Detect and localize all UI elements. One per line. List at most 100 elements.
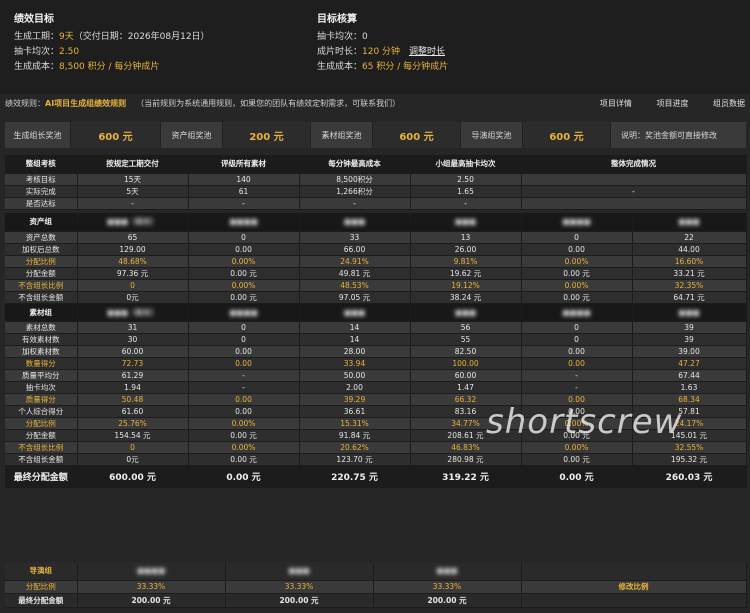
goal-delivery-date: （交付日期：2026年08月12日） — [73, 32, 210, 42]
row-label: 不含组长金额 — [5, 291, 78, 304]
assessment-cell: 61 — [188, 185, 300, 198]
final-cell: 600.00 元 — [77, 465, 189, 488]
director-ratio-cell[interactable]: 33.33% — [77, 580, 226, 594]
pool-input-material[interactable]: 600 元 — [373, 122, 461, 148]
final-cell: 220.75 元 — [299, 465, 411, 488]
value-cell: 0.00 元 — [521, 267, 633, 280]
value-cell: 0.00 元 — [188, 429, 300, 442]
assessment-cell — [521, 173, 747, 186]
director-header-row: 导演组 ■■■■ ■■■ ■■■ — [5, 562, 747, 581]
value-cell: 33.21 元 — [632, 267, 747, 280]
director-final-cell: 200.00 元 — [77, 593, 226, 608]
value-cell: 0.00% — [188, 417, 300, 430]
value-cell: 154.54 元 — [77, 429, 189, 442]
value-cell: 31 — [77, 321, 189, 334]
director-final-row: 最终分配金额 200.00 元 200.00 元 200.00 元 — [5, 593, 747, 608]
director-member: ■■■ — [373, 562, 522, 581]
accounting-row-length: 成片时长：120 分钟 调整时长 — [317, 47, 445, 57]
final-amount-row: 最终分配金额 600.00 元 0.00 元 220.75 元 319.22 元 0.00… — [5, 465, 747, 488]
pool-label-material: 素材组奖池 — [311, 122, 373, 148]
adjust-length-link[interactable]: 调整时长 — [409, 47, 445, 57]
director-final-cell: 200.00 元 — [373, 593, 522, 608]
value-cell: 0元 — [77, 291, 189, 304]
goal-duration-value: 9天 — [59, 32, 74, 42]
asset-group-row: 不含组长比例 0 0.00% 48.53% 19.12% 0.00% 32.35% — [5, 279, 747, 292]
member-name: ■■■（组长） — [77, 303, 189, 322]
row-label: 不含组长金额 — [5, 453, 78, 466]
row-label: 加权素材数 — [5, 345, 78, 358]
value-cell: 50.00 — [299, 369, 411, 382]
value-cell: 25.76% — [77, 417, 189, 430]
value-cell: 19.12% — [410, 279, 522, 292]
value-cell: 61.29 — [77, 369, 189, 382]
value-cell: 16.60% — [632, 255, 747, 268]
goal-row-draw: 抽卡均次：2.50 — [14, 47, 80, 57]
assessment-cell: 1.65 — [410, 185, 522, 198]
accounting-title: 目标核算 — [317, 14, 357, 25]
value-cell: 48.53% — [299, 279, 411, 292]
final-cell: 260.03 元 — [632, 465, 747, 488]
value-cell: 1.63 — [632, 381, 747, 394]
pool-input-director[interactable]: 600 元 — [523, 122, 611, 148]
assessment-cell: 1,266积分 — [299, 185, 411, 198]
assessment-cell: 2.50 — [410, 173, 522, 186]
value-cell: - — [521, 381, 633, 394]
value-cell: 195.32 元 — [632, 453, 747, 466]
watermark: shortscrew — [486, 402, 683, 442]
assessment-cell: - — [410, 197, 522, 210]
material-group-title: 素材组 — [5, 303, 78, 322]
assessment-row: 是否达标 - - - - — [5, 197, 747, 210]
director-member: ■■■ — [225, 562, 374, 581]
value-cell: 0.00% — [188, 279, 300, 292]
value-cell: 0.00 — [521, 243, 633, 256]
row-label: 分配比例 — [5, 417, 78, 430]
rules-name-link[interactable]: AI项目生成组绩效规则 — [45, 99, 126, 108]
accounting-draw-value: 0 — [362, 32, 368, 42]
accounting-row-draw: 抽卡均次：0 — [317, 32, 368, 42]
assessment-row: 考核目标 15天 140 8,500积分 2.50 — [5, 173, 747, 186]
row-label: 个人综合得分 — [5, 405, 78, 418]
asset-group-row: 加权后总数 129.00 0.00 66.00 26.00 0.00 44.00 — [5, 243, 747, 256]
director-final-label: 最终分配金额 — [5, 593, 78, 608]
pool-input-leader[interactable]: 600 元 — [71, 122, 161, 148]
row-label: 素材总数 — [5, 321, 78, 334]
modify-ratio-button[interactable]: 修改比例 — [521, 580, 747, 594]
final-label: 最终分配金额 — [5, 465, 78, 488]
pool-input-asset[interactable]: 200 元 — [223, 122, 311, 148]
value-cell: 39.29 — [299, 393, 411, 406]
row-label: 质量平均分 — [5, 369, 78, 382]
assessment-row: 实际完成 5天 61 1,266积分 1.65- — [5, 185, 747, 198]
director-table: 导演组 ■■■■ ■■■ ■■■ 分配比例 33.33% 33.33% 33.3… — [5, 562, 747, 608]
value-cell: 0 — [521, 321, 633, 334]
row-label: 分配比例 — [5, 255, 78, 268]
value-cell: 0.00 元 — [188, 291, 300, 304]
row-label: 分配金额 — [5, 267, 78, 280]
value-cell: 38.24 元 — [410, 291, 522, 304]
goal-row-duration: 生成工期：9天（交付日期：2026年08月12日） — [14, 32, 210, 42]
value-cell: 36.61 — [299, 405, 411, 418]
value-cell: 28.00 — [299, 345, 411, 358]
goal-section: 绩效目标 生成工期：9天（交付日期：2026年08月12日） 抽卡均次：2.50… — [14, 10, 210, 75]
pool-note: 说明：奖池金额可直接修改 — [611, 122, 746, 148]
project-progress-link[interactable]: 项目进度 — [656, 99, 688, 108]
asset-group-row: 不含组长金额 0元 0.00 元 97.05 元 38.24 元 0.00 元 64.71 … — [5, 291, 747, 304]
pool-label-leader: 生成组长奖池 — [5, 122, 71, 148]
project-details-link[interactable]: 项目详情 — [600, 99, 632, 108]
value-cell: 26.00 — [410, 243, 522, 256]
director-ratio-cell[interactable]: 33.33% — [225, 580, 374, 594]
member-data-link[interactable]: 组员数据 — [713, 99, 745, 108]
value-cell: 129.00 — [77, 243, 189, 256]
value-cell: 97.36 元 — [77, 267, 189, 280]
value-cell: - — [521, 369, 633, 382]
director-ratio-cell[interactable]: 33.33% — [373, 580, 522, 594]
value-cell: - — [188, 369, 300, 382]
row-label: 不含组长比例 — [5, 441, 78, 454]
goal-row-cost: 生成成本：8,500 积分 / 每分钟成片 — [14, 62, 160, 72]
value-cell: 0 — [521, 333, 633, 346]
rules-label: 绩效规则： — [5, 99, 45, 108]
asset-group-header-row: 资产组 ■■■（组长） ■■■■ ■■■ ■■■ ■■■■ ■■■ — [5, 213, 747, 232]
member-name: ■■■■ — [188, 303, 300, 322]
value-cell: 47.27 — [632, 357, 747, 370]
member-name: ■■■ — [410, 303, 522, 322]
accounting-length-value: 120 分钟 — [362, 47, 401, 57]
